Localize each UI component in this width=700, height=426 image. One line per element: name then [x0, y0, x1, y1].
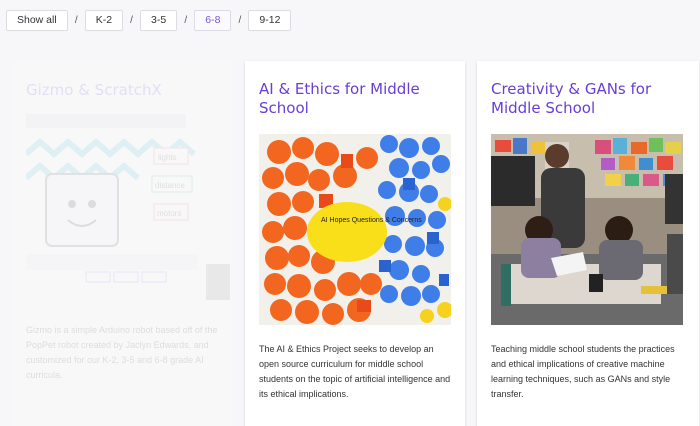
filter-separator: / [184, 15, 188, 26]
sticky-note-text: AI Hopes Questions & Concerns [321, 217, 422, 224]
filter-separator: / [238, 15, 242, 26]
filter-separator: / [74, 15, 78, 26]
filter-k-2-button[interactable]: K-2 [84, 10, 124, 31]
filter-3-5-button[interactable]: 3-5 [140, 10, 178, 31]
card-description: Teaching middle school students the prac… [491, 344, 675, 399]
classroom-photo [491, 134, 683, 325]
filter-separator: / [130, 15, 133, 26]
grade-filter-bar: Show all / K-2 / 3-5 / 6-8 / 9-12 [6, 10, 292, 31]
card-title: Gizmo & ScratchX [26, 81, 162, 99]
project-card-gizmo[interactable]: Gizmo & ScratchX lights distance motors … [12, 61, 232, 426]
lights-label: lights [158, 153, 177, 162]
gizmo-scratch-image: lights distance motors [26, 114, 230, 300]
project-card-creativity-gans[interactable]: Creativity & GANs for Middle School Teac… [477, 61, 699, 426]
distance-label: distance [155, 181, 185, 190]
filter-6-8-button[interactable]: 6-8 [194, 10, 232, 31]
motors-label: motors [157, 209, 181, 218]
filter-show-all-button[interactable]: Show all [6, 10, 68, 31]
project-card-ai-ethics[interactable]: AI & Ethics for Middle School AI Hopes Q… [245, 61, 465, 426]
card-title: AI & Ethics for Middle School [259, 80, 420, 117]
card-description: Gizmo is a simple Arduino robot based of… [26, 325, 218, 380]
card-title: Creativity & GANs for Middle School [491, 80, 652, 117]
card-description: The AI & Ethics Project seeks to develop… [259, 344, 451, 399]
sticky-notes-photo: AI Hopes Questions & Concerns [259, 134, 451, 325]
filter-9-12-button[interactable]: 9-12 [248, 10, 292, 31]
